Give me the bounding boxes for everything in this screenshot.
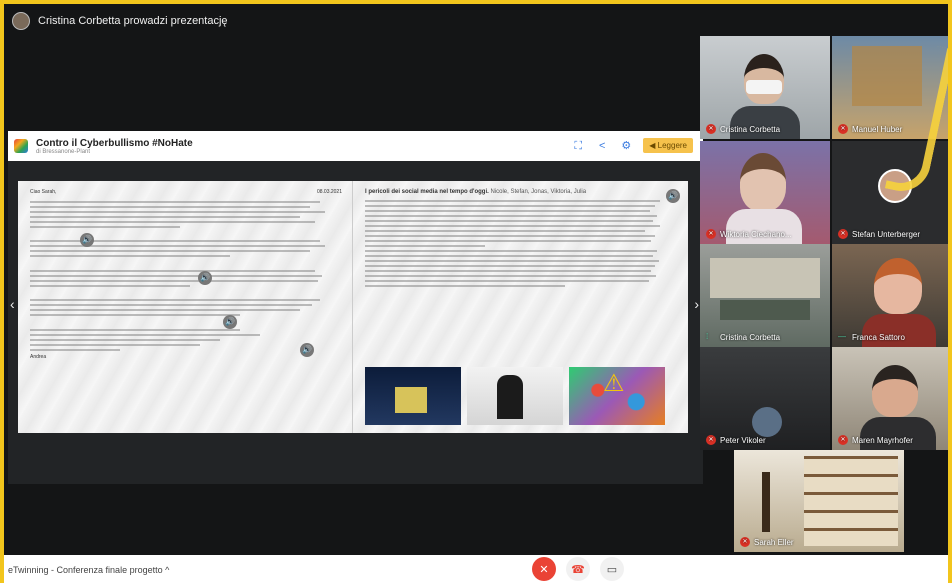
participant-name: Stefan Unterberger — [852, 229, 921, 239]
participant-name-row: — Franca Sattoro — [838, 332, 905, 342]
participant-name: Franca Sattoro — [852, 332, 905, 342]
participant-name: Cristina Corbetta — [720, 124, 781, 134]
article-images — [365, 367, 665, 425]
read-button-label: Leggere — [657, 141, 687, 150]
article-authors: Nicole, Stefan, Jonas, Viktoria, Julia — [490, 189, 587, 195]
share-icon[interactable]: < — [595, 139, 609, 153]
settings-icon[interactable]: ⚙ — [619, 139, 633, 153]
participant-name: Sarah Eller — [754, 537, 794, 547]
mic-off-icon: ✕ — [706, 229, 716, 239]
participant-tile[interactable]: ✕ Wiktoria Ciechano... — [700, 141, 830, 244]
presentation-subtitle: di Bressanone-Plant — [36, 148, 91, 155]
fullscreen-icon[interactable]: ⛶ — [571, 139, 585, 153]
letter-greeting: Ciao Sarah, — [30, 189, 57, 195]
audio-icon[interactable]: 🔊 — [300, 343, 314, 357]
mic-off-icon: ✕ — [740, 537, 750, 547]
padlet-header: Contro il Cyberbullismo #NoHate di Bress… — [8, 131, 703, 161]
call-controls: ✕ ☎ ▭ — [532, 557, 624, 581]
participant-name-row: ✕ Peter Vikoler — [706, 435, 766, 445]
hangup-button[interactable]: ☎ — [566, 557, 590, 581]
audio-icon[interactable]: 🔊 — [666, 189, 680, 203]
read-button[interactable]: ◀ Leggere — [643, 138, 693, 153]
participant-name-row: ✕ Stefan Unterberger — [838, 229, 920, 239]
next-page-arrow[interactable]: › — [694, 296, 699, 312]
meeting-name: eTwinning - Conferenza finale progetto — [8, 565, 163, 575]
mic-off-icon: ✕ — [838, 435, 848, 445]
audio-icon[interactable]: 🔊 — [223, 315, 237, 329]
participant-tile[interactable]: ✕ Sarah Eller — [734, 450, 904, 552]
participant-tile[interactable]: ✕ Peter Vikoler — [700, 347, 830, 450]
presenter-banner: Cristina Corbetta prowadzi prezentację — [12, 10, 228, 32]
participant-name: Maren Mayrhofer — [852, 435, 913, 445]
mic-toggle-button[interactable]: ✕ — [532, 557, 556, 581]
phone-hangup-icon: ☎ — [571, 563, 585, 576]
mic-off-icon: ✕ — [706, 435, 716, 445]
right-page: I pericoli dei social media nel tempo d'… — [353, 181, 688, 433]
presentation-title: Contro il Cyberbullismo #NoHate — [36, 137, 193, 149]
participant-name: Cristina Corbetta — [720, 332, 781, 342]
thief-image — [467, 367, 563, 425]
left-page: 08.03.2021 Ciao Sarah, Andrea � — [18, 181, 353, 433]
audio-icon[interactable]: 🔊 — [80, 233, 94, 247]
mic-off-icon: ✕ — [838, 229, 848, 239]
participant-tile[interactable]: ✕ Maren Mayrhofer — [832, 347, 948, 450]
participant-name-row: ✕ Maren Mayrhofer — [838, 435, 913, 445]
participant-name: Wiktoria Ciechano... — [720, 229, 792, 239]
letter-signature: Andrea — [30, 353, 47, 360]
participant-tile[interactable]: — Franca Sattoro — [832, 244, 948, 347]
camera-icon: ▭ — [606, 563, 618, 576]
meeting-frame: Cristina Corbetta prowadzi prezentację C… — [0, 0, 952, 583]
hacker-image — [365, 367, 461, 425]
shared-screen: Contro il Cyberbullismo #NoHate di Bress… — [8, 131, 703, 484]
social-warning-image — [569, 367, 665, 425]
camera-toggle-button[interactable]: ▭ — [600, 557, 624, 581]
article-heading: I pericoli dei social media nel tempo d'… — [365, 189, 676, 196]
mic-off-icon: ✕ — [539, 563, 549, 576]
padlet-logo — [14, 139, 28, 153]
presenter-banner-text: Cristina Corbetta prowadzi prezentację — [38, 15, 228, 27]
mic-off-icon: ✕ — [838, 124, 848, 134]
participant-name-row: ✕ Manuel Huber — [838, 124, 902, 134]
prev-page-arrow[interactable]: ‹ — [10, 296, 15, 312]
participant-name-row: ⁞ Cristina Corbetta — [706, 332, 780, 342]
mic-active-icon: ⁞ — [706, 332, 709, 341]
participant-name-row: ✕ Sarah Eller — [740, 537, 794, 547]
participant-tile[interactable]: ✕ Cristina Corbetta — [700, 36, 830, 139]
participant-tile[interactable]: ⁞ Cristina Corbetta — [700, 244, 830, 347]
letter-date: 08.03.2021 — [316, 189, 342, 195]
chevron-up-icon: ^ — [165, 565, 170, 575]
article-heading-text: I pericoli dei social media nel tempo d'… — [365, 189, 489, 195]
flipbook: 08.03.2021 Ciao Sarah, Andrea � — [18, 181, 688, 433]
audio-icon[interactable]: 🔊 — [198, 271, 212, 285]
participant-name: Peter Vikoler — [720, 435, 766, 445]
presenter-avatar — [12, 12, 30, 30]
meeting-toolbar: eTwinning - Conferenza finale progetto ^… — [4, 555, 948, 583]
participant-name-row: ✕ Cristina Corbetta — [706, 124, 780, 134]
meeting-details-button[interactable]: eTwinning - Conferenza finale progetto ^ — [8, 565, 169, 575]
participant-name: Manuel Huber — [852, 124, 903, 134]
mic-off-icon: ✕ — [706, 124, 716, 134]
participant-name-row: ✕ Wiktoria Ciechano... — [706, 229, 792, 239]
mic-active-icon: — — [838, 332, 846, 341]
